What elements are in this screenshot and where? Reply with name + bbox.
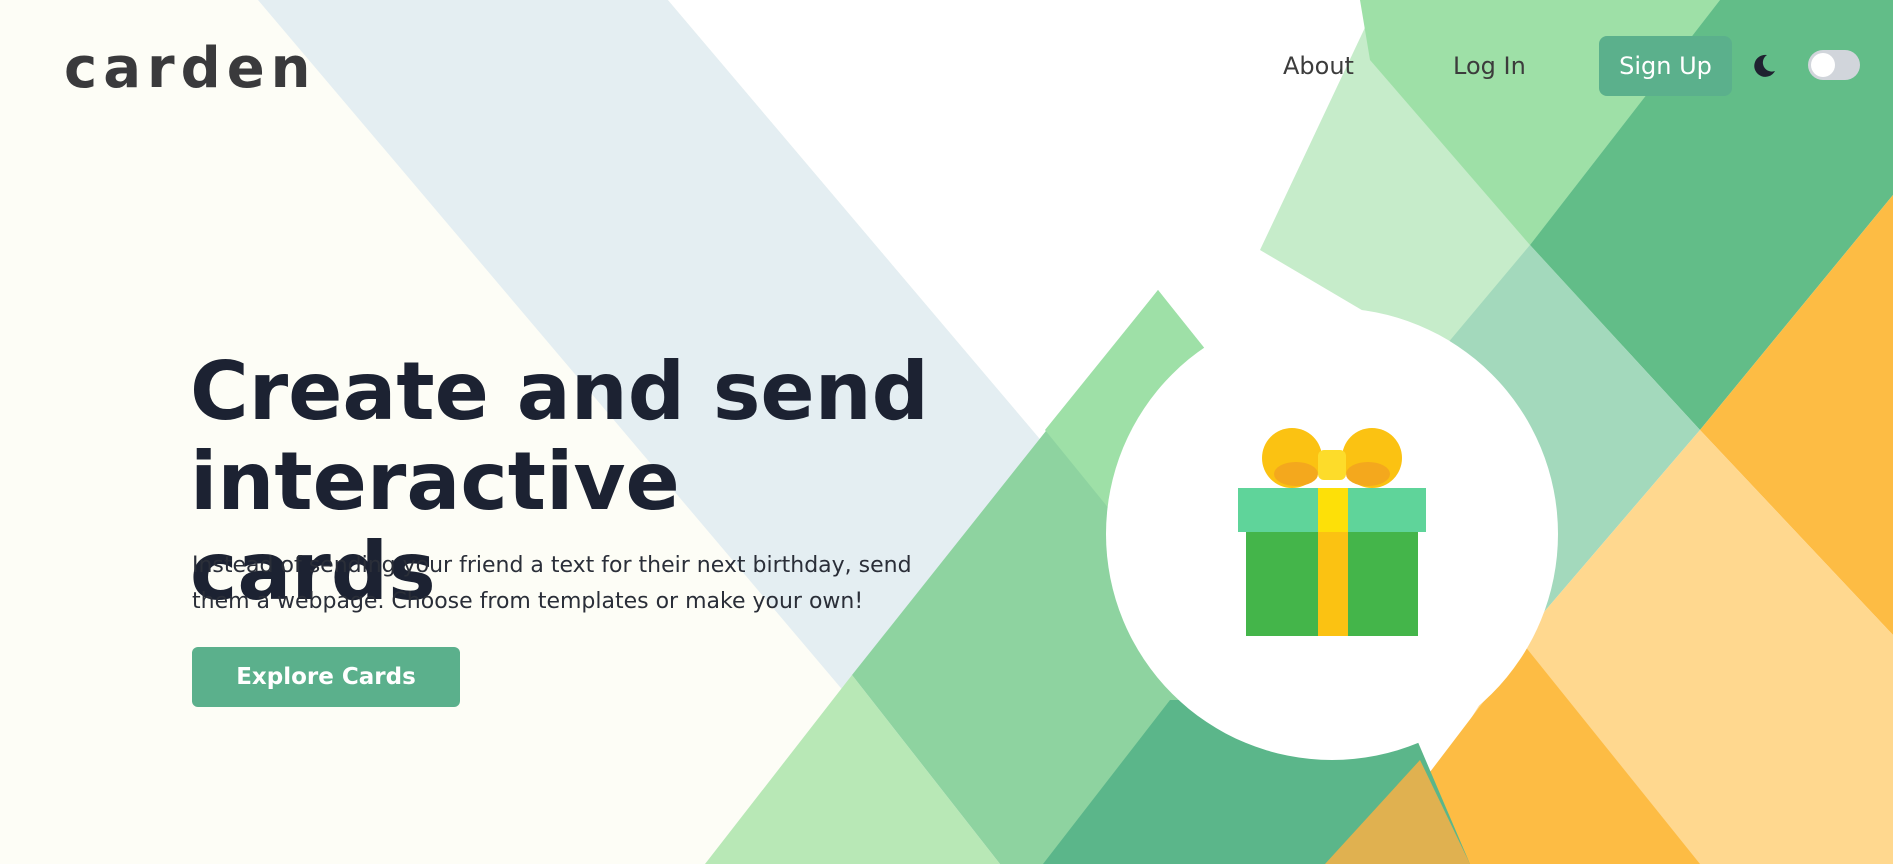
nav-about-link[interactable]: About xyxy=(1283,48,1354,84)
explore-cards-button[interactable]: Explore Cards xyxy=(192,647,460,707)
hero-subtitle: Instead of sending your friend a text fo… xyxy=(192,548,912,620)
sign-up-button[interactable]: Sign Up xyxy=(1599,36,1732,96)
hero-subtitle-line-2: them a webpage. Choose from templates or… xyxy=(192,589,864,614)
hero-title-line-1: Create and send xyxy=(190,345,929,438)
theme-toggle[interactable] xyxy=(1808,50,1860,80)
toggle-knob xyxy=(1811,53,1835,77)
nav-login-link[interactable]: Log In xyxy=(1453,48,1526,84)
landing-page: carden About Log In Sign Up Create and s… xyxy=(0,0,1893,864)
gift-icon xyxy=(1238,428,1426,636)
top-nav: About Log In Sign Up xyxy=(0,36,1893,96)
hero-subtitle-line-1: Instead of sending your friend a text fo… xyxy=(192,553,912,578)
moon-icon xyxy=(1754,54,1775,77)
